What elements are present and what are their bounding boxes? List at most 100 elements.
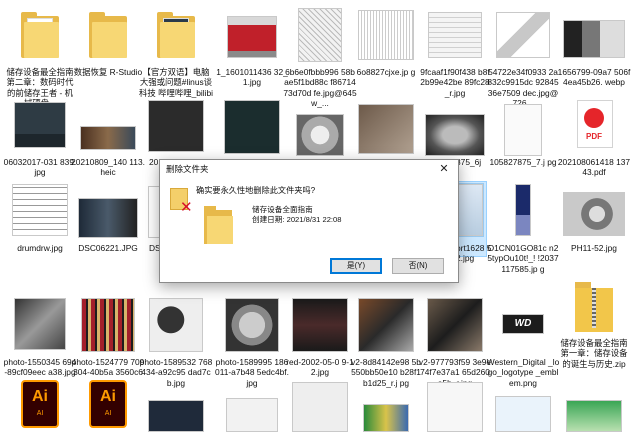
folder-icon bbox=[21, 12, 59, 58]
image-thumbnail bbox=[14, 102, 66, 148]
image-thumbnail bbox=[14, 298, 66, 350]
file-label: PH11-52.jpg bbox=[571, 243, 617, 253]
file-label: 9fcaaf1f90f438 b8f2b99e42be 89fc28_r.jpg bbox=[420, 67, 490, 98]
file-item[interactable]: red-2002-05-0 9-12.jpg bbox=[285, 296, 355, 377]
file-item[interactable] bbox=[420, 380, 490, 432]
folder-icon bbox=[157, 12, 195, 58]
image-thumbnail bbox=[504, 104, 542, 156]
file-item[interactable]: v2-8d84142e98 5b550bb50e10 b28f1b1d25_r.… bbox=[351, 296, 421, 388]
image-thumbnail bbox=[80, 126, 136, 150]
image-thumbnail bbox=[292, 298, 348, 352]
zip-archive-icon bbox=[575, 282, 613, 332]
file-item[interactable]: 105827875_7.j pg bbox=[488, 96, 558, 167]
file-item[interactable]: Ai AI bbox=[5, 380, 75, 429]
dialog-close-button[interactable]: ✕ bbox=[430, 160, 458, 178]
file-item[interactable] bbox=[217, 380, 287, 432]
file-item[interactable]: DSC06221.JPG bbox=[73, 182, 143, 253]
file-item[interactable]: 9fcaaf1f90f438 b8f2b99e42be 89fc28_r.jpg bbox=[420, 6, 490, 98]
file-item[interactable]: 储存设备最全指南第二章：数码时代的前储存王者 - 机械硬盘... bbox=[5, 6, 75, 108]
file-item[interactable] bbox=[217, 96, 287, 156]
file-item[interactable]: 6o8827cjxe.jp g bbox=[351, 6, 421, 77]
file-item[interactable]: 20 bbox=[141, 96, 211, 167]
file-label: 105827875_7.j pg bbox=[489, 157, 557, 167]
image-thumbnail bbox=[12, 184, 68, 236]
file-item[interactable] bbox=[351, 96, 421, 156]
image-thumbnail bbox=[358, 10, 414, 60]
file-item[interactable]: 6b6e0fbbb996 58bae5f1bd88c f8671473d70d … bbox=[283, 6, 357, 108]
file-item[interactable] bbox=[559, 380, 629, 432]
file-item[interactable]: v2-977793f59 3e9e74f7e37a1 65d260a5b_r.j… bbox=[419, 296, 491, 388]
file-label: 06032017-031 839.jpg bbox=[3, 157, 77, 178]
file-label: 1656799-09a7 506f4ea45b26. webp bbox=[557, 67, 631, 88]
file-item[interactable]: 数据恢复 R-Studio bbox=[73, 6, 143, 77]
image-thumbnail bbox=[358, 298, 414, 352]
file-item[interactable]: photo-1589995 186011-a7b48 5edc4bf.jpg bbox=[215, 296, 289, 388]
file-label: 202108061418 13743.pdf bbox=[557, 157, 631, 178]
file-label: red-2002-05-0 9-12.jpg bbox=[286, 357, 354, 378]
file-item[interactable]: 54722e34f0933 2a832c9915dc 9284536e7509 … bbox=[487, 6, 559, 108]
image-thumbnail bbox=[296, 114, 344, 156]
file-label: photo-1550345 694-89cf09eec a38.jpg bbox=[3, 357, 77, 378]
image-thumbnail bbox=[427, 298, 483, 352]
no-button[interactable]: 否(N) bbox=[392, 258, 444, 274]
file-label: 储存设备最全指南第一章：储存设备的诞生与历史.zip bbox=[560, 338, 628, 369]
image-thumbnail bbox=[495, 396, 551, 432]
image-thumbnail bbox=[427, 382, 483, 432]
image-thumbnail bbox=[148, 100, 204, 152]
pdf-icon: PDF bbox=[577, 100, 613, 148]
file-item[interactable]: 1656799-09a7 506f4ea45b26. webp bbox=[558, 6, 630, 87]
file-item[interactable]: 20210809_140 113.heic bbox=[71, 96, 145, 177]
image-thumbnail bbox=[515, 184, 531, 236]
file-item[interactable]: drumdrw.jpg bbox=[5, 182, 75, 253]
file-item[interactable]: PH11-52.jpg bbox=[559, 182, 629, 253]
image-thumbnail bbox=[226, 398, 278, 432]
image-thumbnail bbox=[563, 20, 625, 58]
file-item[interactable] bbox=[285, 96, 355, 156]
file-item[interactable]: photo-1524779 709304-40b5a 3560c60.jpg bbox=[72, 296, 144, 388]
image-thumbnail bbox=[496, 12, 550, 58]
delete-folder-icon: ✕ bbox=[170, 186, 193, 215]
file-item[interactable]: 06032017-031 839.jpg bbox=[4, 96, 76, 177]
image-thumbnail bbox=[149, 298, 203, 352]
image-thumbnail bbox=[363, 404, 409, 432]
image-thumbnail bbox=[566, 400, 622, 432]
file-label: 6o8827cjxe.jp g bbox=[356, 67, 416, 77]
illustrator-file-icon: Ai AI bbox=[21, 380, 59, 428]
file-label: DSC06221.JPG bbox=[78, 243, 138, 253]
file-item[interactable]: WD Western_Digital _logo_logotype _emble… bbox=[487, 296, 559, 388]
file-item[interactable]: 储存设备最全指南第一章：储存设备的诞生与历史.zip bbox=[559, 280, 629, 369]
image-thumbnail: WD bbox=[502, 314, 544, 334]
image-thumbnail bbox=[428, 12, 482, 58]
file-item[interactable] bbox=[488, 380, 558, 432]
file-item[interactable]: 875_6j bbox=[420, 96, 490, 167]
yes-button[interactable]: 是(Y) bbox=[330, 258, 382, 274]
file-item[interactable]: photo-1589532 768434-a92c95 dad7cb.jpg bbox=[140, 296, 212, 388]
image-thumbnail bbox=[358, 104, 414, 154]
file-item[interactable] bbox=[141, 380, 211, 432]
image-thumbnail bbox=[227, 16, 277, 58]
folder-icon bbox=[204, 206, 234, 244]
image-thumbnail bbox=[81, 298, 135, 352]
image-thumbnail bbox=[425, 114, 485, 156]
image-thumbnail bbox=[563, 192, 625, 236]
file-label: 数据恢复 R-Studio bbox=[73, 67, 143, 77]
file-item[interactable]: PDF 202108061418 13743.pdf bbox=[558, 96, 630, 177]
dialog-title: 删除文件夹 bbox=[166, 164, 209, 174]
file-item[interactable]: O1CN01GO81c n25typOu10t!_! !2037117585.j… bbox=[487, 182, 559, 274]
image-thumbnail bbox=[224, 100, 280, 154]
image-thumbnail bbox=[78, 198, 138, 238]
file-item[interactable]: 1_1601011436 32_1.jpg bbox=[216, 6, 288, 87]
file-label: 1_1601011436 32_1.jpg bbox=[216, 67, 288, 88]
file-item[interactable]: 【官方双语】电脑大强或问题#linus谈科技 哔哩哔哩_bilibili ... bbox=[139, 6, 213, 108]
file-label: O1CN01GO81c n25typOu10t!_! !2037117585.j… bbox=[487, 243, 559, 274]
file-item[interactable]: Ai AI bbox=[73, 380, 143, 429]
dialog-question: 确实要永久性地删除此文件夹吗? bbox=[196, 186, 316, 195]
image-thumbnail bbox=[292, 382, 348, 432]
file-label: 20210809_140 113.heic bbox=[71, 157, 145, 178]
file-item[interactable]: photo-1550345 694-89cf09eec a38.jpg bbox=[4, 296, 76, 377]
file-item[interactable] bbox=[285, 380, 355, 432]
image-thumbnail bbox=[148, 400, 204, 432]
dialog-body: ✕ 确实要永久性地删除此文件夹吗? 储存设备全面指南 创建日期: 2021/8/… bbox=[160, 178, 458, 282]
illustrator-file-icon: Ai AI bbox=[89, 380, 127, 428]
file-item[interactable] bbox=[351, 380, 421, 432]
